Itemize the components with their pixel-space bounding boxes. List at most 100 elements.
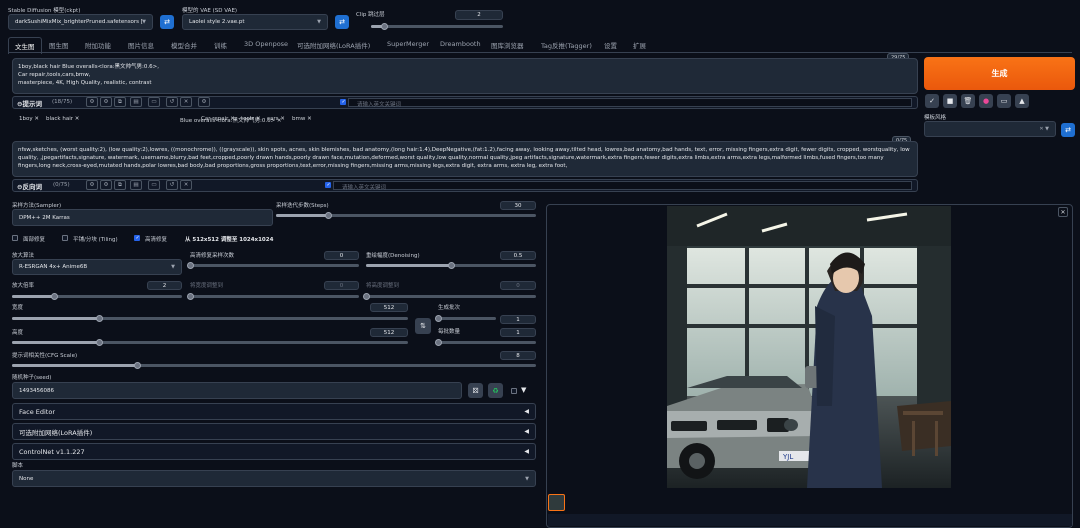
close-icon[interactable]: ✕ xyxy=(1058,207,1068,217)
lora-accordion[interactable]: 可选附加网络(LoRA插件) ◀ xyxy=(12,423,536,440)
upscaler-select[interactable]: R-ESRGAN 4x+ Anime6B ▼ xyxy=(12,259,182,275)
gear-icon[interactable]: ⚙ xyxy=(100,180,112,190)
batch-count-value[interactable]: 1 xyxy=(500,315,536,324)
hires-steps-slider[interactable] xyxy=(186,262,359,269)
trash-icon[interactable]: ✕ xyxy=(180,180,192,190)
history-icon[interactable]: ↺ xyxy=(166,180,178,190)
palette-icon[interactable]: ● xyxy=(979,94,993,108)
generated-image[interactable]: YJL xyxy=(667,206,951,488)
close-icon[interactable]: ✕ xyxy=(305,116,312,122)
resize-height-value[interactable]: 0 xyxy=(500,281,536,290)
prompt-chip[interactable]: tools ✕ xyxy=(241,116,261,122)
tab-13[interactable]: 扩展 xyxy=(633,40,646,50)
controlnet-accordion[interactable]: ControlNet v1.1.227 ◀ xyxy=(12,443,536,460)
chevron-down-icon[interactable]: ▼ xyxy=(521,386,526,394)
scale-slider-knob[interactable] xyxy=(51,293,58,300)
close-icon[interactable]: ✕ xyxy=(254,116,261,122)
denoise-slider-knob[interactable] xyxy=(447,262,455,269)
generate-button[interactable]: 生成 xyxy=(924,57,1075,90)
hires-steps-value[interactable]: 0 xyxy=(324,251,359,260)
tab-6[interactable]: 3D Openpose xyxy=(244,40,288,48)
gear-icon[interactable]: ⚙ xyxy=(100,97,112,107)
face-restore-checkbox[interactable] xyxy=(12,235,18,241)
settings-icon[interactable]: ⚙ xyxy=(86,180,98,190)
trash-icon[interactable]: 🗑 xyxy=(961,94,975,108)
tab-2[interactable]: 附加功能 xyxy=(85,40,111,50)
prompt-chip[interactable]: cars ✕ xyxy=(267,116,285,122)
save-style-icon[interactable]: ▲ xyxy=(1015,94,1029,108)
steps-slider-knob[interactable] xyxy=(324,212,332,219)
prompt-chip[interactable]: 1boy ✕ xyxy=(19,116,39,122)
sampler-select[interactable]: DPM++ 2M Karras xyxy=(12,209,273,226)
face-editor-accordion[interactable]: Face Editor ◀ xyxy=(12,403,536,420)
copy-icon[interactable]: ⧉ xyxy=(114,180,126,190)
clip-value[interactable]: 2 xyxy=(455,10,503,20)
height-slider[interactable] xyxy=(12,339,408,346)
width-slider[interactable] xyxy=(12,315,408,322)
clipboard-icon[interactable]: ▭ xyxy=(148,180,160,190)
thumbnail-image[interactable] xyxy=(548,494,565,511)
paste-icon[interactable]: ▤ xyxy=(130,180,142,190)
style-select[interactable]: ✕ ▼ xyxy=(924,121,1056,137)
tab-12[interactable]: 设置 xyxy=(604,40,617,50)
prompt-keyword-input[interactable]: 请输入英文关键词 xyxy=(348,98,912,108)
resize-height-slider[interactable] xyxy=(362,293,536,300)
height-value[interactable]: 512 xyxy=(370,328,408,337)
translate-checkbox[interactable] xyxy=(340,99,346,105)
dice-icon[interactable]: ⚄ xyxy=(468,383,483,398)
steps-value[interactable]: 30 xyxy=(500,201,536,210)
paste-icon[interactable]: ▤ xyxy=(130,97,142,107)
batch-size-slider-knob[interactable] xyxy=(434,339,442,346)
tab-1[interactable]: 图生图 xyxy=(49,40,69,50)
batch-count-slider-knob[interactable] xyxy=(434,315,442,322)
width-slider-knob[interactable] xyxy=(95,315,103,322)
scale-slider[interactable] xyxy=(12,293,182,300)
steps-slider[interactable] xyxy=(276,212,536,219)
clipboard-icon[interactable]: ▭ xyxy=(148,97,160,107)
clip-slider[interactable] xyxy=(371,23,503,30)
cfg-value[interactable]: 8 xyxy=(500,351,536,360)
model-select[interactable]: darkSushiMixMix_brighterPruned.safetenso… xyxy=(8,14,153,30)
swap-dimensions-button[interactable]: ⇅ xyxy=(415,318,431,334)
resize-height-slider-knob[interactable] xyxy=(362,293,370,300)
resize-width-value[interactable]: 0 xyxy=(324,281,359,290)
check-icon[interactable]: ✓ xyxy=(925,94,939,108)
batch-size-value[interactable]: 1 xyxy=(500,328,536,337)
tab-4[interactable]: 模型合并 xyxy=(171,40,197,50)
clip-slider-knob[interactable] xyxy=(380,23,388,30)
refresh-vae-button[interactable]: ⇄ xyxy=(335,15,349,29)
hires-steps-slider-knob[interactable] xyxy=(186,262,194,269)
tab-3[interactable]: 图片信息 xyxy=(128,40,154,50)
negative-keyword-input[interactable]: 请输入英文关键词 xyxy=(333,181,912,191)
prompt-toggle[interactable]: ⊖提示词 xyxy=(17,98,42,108)
height-slider-knob[interactable] xyxy=(95,339,103,346)
negative-textarea[interactable]: nfsw,sketches, (worst quality:2), (low q… xyxy=(12,141,918,177)
resize-width-slider-knob[interactable] xyxy=(186,293,194,300)
close-icon[interactable]: ✕ xyxy=(73,116,80,122)
cfg-slider-knob[interactable] xyxy=(134,362,142,369)
close-icon[interactable]: ✕ xyxy=(33,116,39,122)
batch-count-slider[interactable] xyxy=(434,315,496,322)
tab-11[interactable]: Tag反推(Tagger) xyxy=(541,40,592,50)
trash-icon[interactable]: ✕ xyxy=(180,97,192,107)
scale-value[interactable]: 2 xyxy=(147,281,182,290)
prompt-chip[interactable]: Car repair ✕ xyxy=(201,116,235,122)
close-icon[interactable]: ✕ xyxy=(279,116,285,122)
tab-5[interactable]: 训练 xyxy=(214,40,227,50)
settings-icon[interactable]: ⚙ xyxy=(86,97,98,107)
tab-7[interactable]: 可选附加网络(LoRA插件) xyxy=(297,40,370,50)
width-value[interactable]: 512 xyxy=(370,303,408,312)
seed-input[interactable]: 1493456086 xyxy=(12,382,462,399)
tab-8[interactable]: SuperMerger xyxy=(387,40,429,48)
denoise-value[interactable]: 0.5 xyxy=(500,251,536,260)
script-select[interactable]: None ▼ xyxy=(12,470,536,487)
prompt-chip[interactable]: black hair ✕ xyxy=(46,116,79,122)
refresh-style-button[interactable]: ⇄ xyxy=(1061,123,1075,137)
vae-select[interactable]: Laolei style 2.vae.pt ▼ xyxy=(182,14,328,30)
negative-toggle[interactable]: ⊖反向词 xyxy=(17,181,42,191)
tab-9[interactable]: Dreambooth xyxy=(440,40,481,48)
denoise-slider[interactable] xyxy=(366,262,536,269)
recycle-icon[interactable]: ♻ xyxy=(488,383,503,398)
copy-icon[interactable]: ⧉ xyxy=(114,97,126,107)
clipboard-icon[interactable]: ▭ xyxy=(997,94,1011,108)
